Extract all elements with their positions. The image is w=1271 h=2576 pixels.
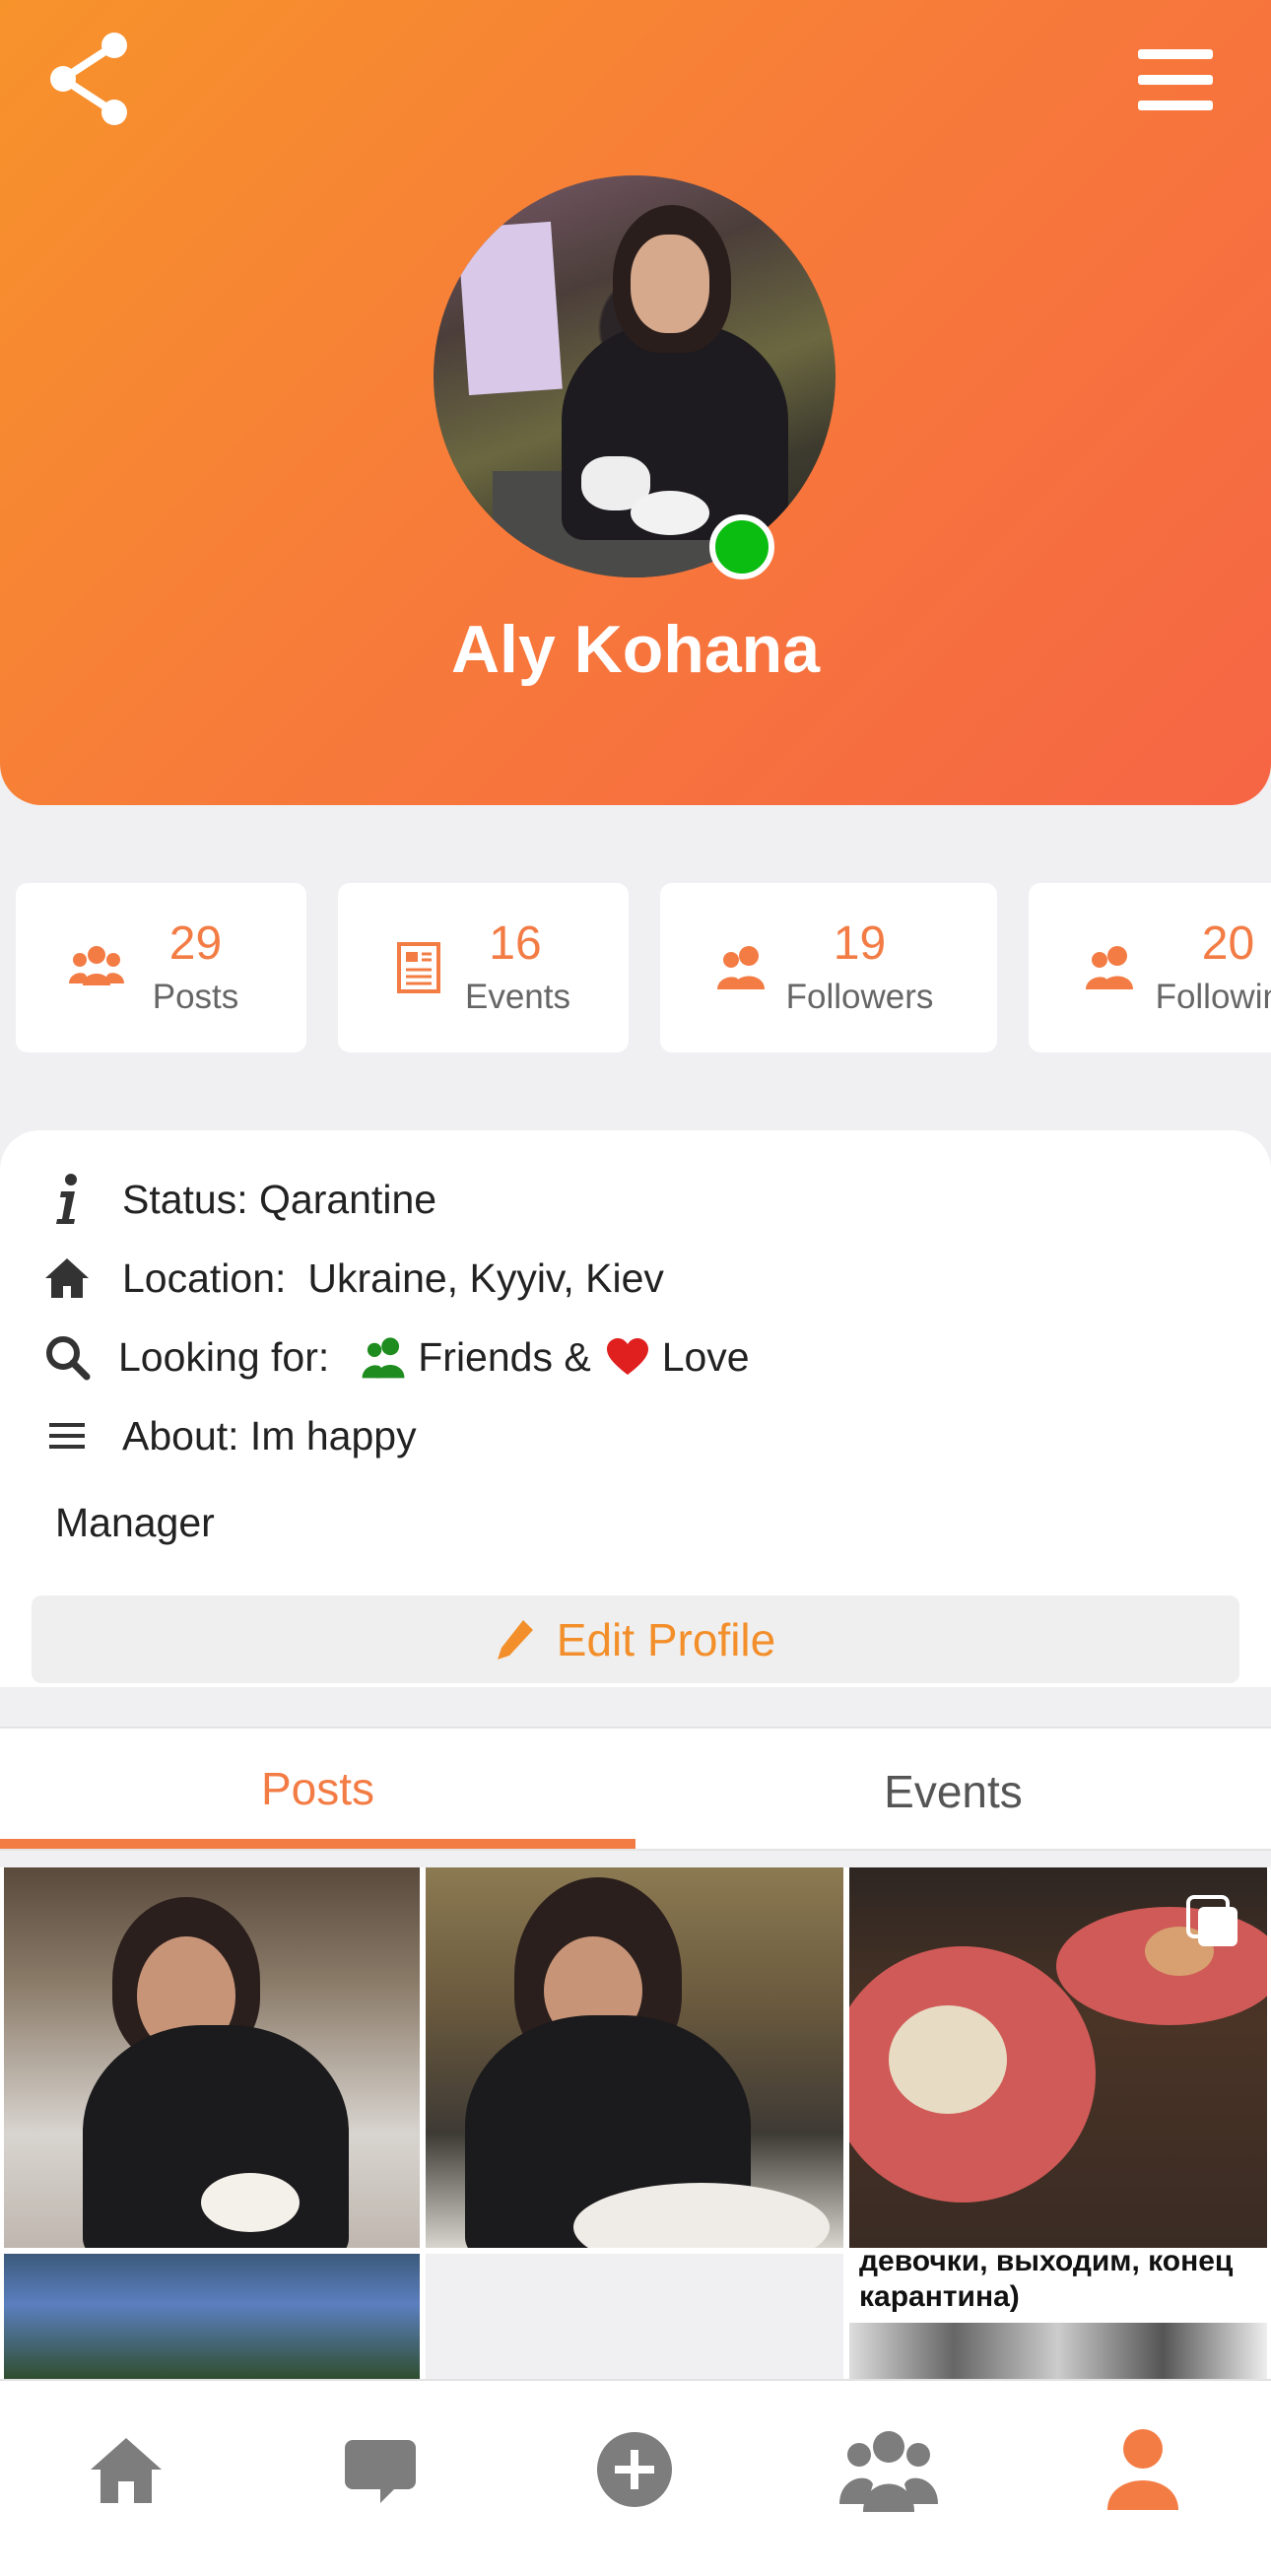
- pencil-icon: [497, 1619, 533, 1660]
- stat-posts-label: Posts: [152, 978, 239, 1016]
- group-icon: [69, 946, 124, 985]
- post-thumbnail-empty: [426, 2254, 843, 2380]
- post-caption-line2: карантина): [859, 2280, 1020, 2313]
- status-text: Status: Qarantine: [122, 1176, 437, 1222]
- info-icon: [39, 1172, 95, 1227]
- search-icon: [39, 1329, 95, 1385]
- friends-icon: [357, 1332, 410, 1382]
- about-row: About: Im happy: [39, 1406, 417, 1465]
- looking-for-label: Looking for:: [118, 1333, 330, 1380]
- profile-header: Aly Kohana: [0, 0, 1271, 805]
- heart-icon: [605, 1337, 650, 1377]
- location-row: Location: Ukraine, Kyyiv, Kiev: [39, 1249, 664, 1308]
- stat-followers-label: Followers: [785, 978, 934, 1016]
- location-label: Location:: [122, 1254, 287, 1301]
- chat-icon: [345, 2440, 416, 2503]
- stat-posts-count: 29: [168, 917, 223, 970]
- looking-for-row: Looking for: Friends & Love: [39, 1327, 750, 1387]
- post-thumbnail[interactable]: [4, 2254, 420, 2380]
- tab-posts[interactable]: Posts: [0, 1729, 636, 1849]
- nav-messages[interactable]: [331, 2420, 430, 2519]
- location-value: Ukraine, Kyyiv, Kiev: [307, 1254, 664, 1301]
- stats-row: 29 Posts 16 Events 19 Followers 20 Follo…: [0, 883, 1271, 1052]
- status-row: Status: Qarantine: [39, 1170, 436, 1229]
- online-status-dot: [709, 514, 774, 579]
- active-tab-indicator: [0, 1839, 636, 1849]
- love-text: Love: [661, 1333, 750, 1380]
- stat-events-count: 16: [489, 917, 542, 970]
- content-tabs: Posts Events: [0, 1727, 1271, 1851]
- stat-events[interactable]: 16 Events: [338, 883, 629, 1052]
- hamburger-menu-button[interactable]: [1138, 49, 1217, 110]
- stat-following[interactable]: 20 Following: [1029, 883, 1271, 1052]
- home-icon: [91, 2438, 162, 2503]
- nav-community[interactable]: [839, 2420, 938, 2519]
- bottom-navigation: [0, 2379, 1271, 2576]
- about-text: About: Im happy: [122, 1412, 417, 1458]
- stat-followers[interactable]: 19 Followers: [660, 883, 997, 1052]
- stat-posts[interactable]: 29 Posts: [16, 883, 306, 1052]
- nav-add-post[interactable]: [585, 2420, 684, 2519]
- group-icon: [839, 2431, 938, 2512]
- stat-following-label: Following: [1155, 978, 1271, 1016]
- share-icon: [50, 33, 127, 125]
- share-button[interactable]: [47, 32, 136, 126]
- home-icon: [39, 1251, 95, 1306]
- nav-profile[interactable]: [1094, 2420, 1192, 2519]
- edit-profile-label: Edit Profile: [556, 1613, 776, 1665]
- posts-grid: девочки, выходим, конец карантина): [0, 1867, 1271, 2380]
- post-thumbnail[interactable]: девочки, выходим, конец карантина): [849, 2254, 1267, 2380]
- newspaper-icon: [397, 942, 440, 993]
- user-follow-icon: [1086, 946, 1133, 989]
- post-thumbnail[interactable]: [4, 1867, 420, 2248]
- list-icon: [39, 1408, 95, 1463]
- friends-text: Friends &: [418, 1333, 591, 1380]
- nav-home[interactable]: [77, 2420, 175, 2519]
- profile-name: Aly Kohana: [450, 612, 821, 687]
- add-circle-icon: [597, 2432, 672, 2507]
- post-thumbnail[interactable]: [849, 1867, 1267, 2248]
- edit-profile-button[interactable]: Edit Profile: [32, 1595, 1239, 1683]
- stat-followers-count: 19: [833, 917, 887, 970]
- stat-events-label: Events: [465, 978, 570, 1016]
- stat-following-count: 20: [1201, 917, 1255, 970]
- tab-events[interactable]: Events: [636, 1729, 1271, 1849]
- post-caption-line1: девочки, выходим, конец: [859, 2254, 1234, 2277]
- occupation-text: Manager: [55, 1500, 215, 1545]
- post-thumbnail[interactable]: [426, 1867, 843, 2248]
- user-follow-icon: [717, 946, 765, 989]
- profile-icon: [1107, 2429, 1178, 2510]
- multiple-photos-icon: [1186, 1895, 1238, 1946]
- avatar[interactable]: [434, 175, 836, 577]
